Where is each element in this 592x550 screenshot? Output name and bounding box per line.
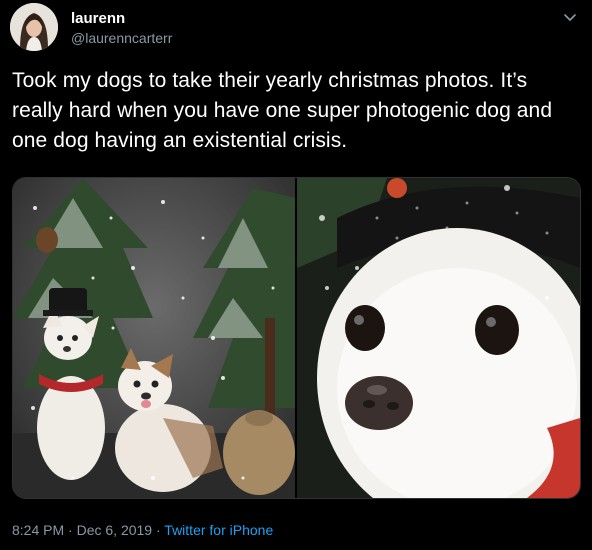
photo-dog-closeup[interactable]	[297, 178, 580, 498]
tweet-media[interactable]	[12, 177, 581, 499]
tweet-text: Took my dogs to take their yearly christ…	[12, 69, 553, 152]
tweet-date[interactable]: Dec 6, 2019	[77, 522, 153, 538]
tweet-time[interactable]: 8:24 PM	[12, 522, 64, 538]
avatar[interactable]	[10, 3, 58, 51]
meta-separator: ·	[68, 522, 73, 538]
tweet-source-link[interactable]: Twitter for iPhone	[164, 522, 273, 538]
tweet-meta: 8:24 PM · Dec 6, 2019 · Twitter for iPho…	[12, 522, 273, 538]
tweet: laurenn @laurenncarterr Took my dogs to …	[0, 0, 592, 550]
user-handle[interactable]: @laurenncarterr	[71, 30, 172, 46]
tweet-header: laurenn @laurenncarterr	[10, 3, 582, 53]
display-name[interactable]: laurenn	[71, 10, 125, 27]
photo-two-dogs[interactable]	[13, 178, 295, 498]
chevron-down-icon[interactable]	[562, 9, 578, 25]
meta-separator: ·	[155, 522, 161, 538]
